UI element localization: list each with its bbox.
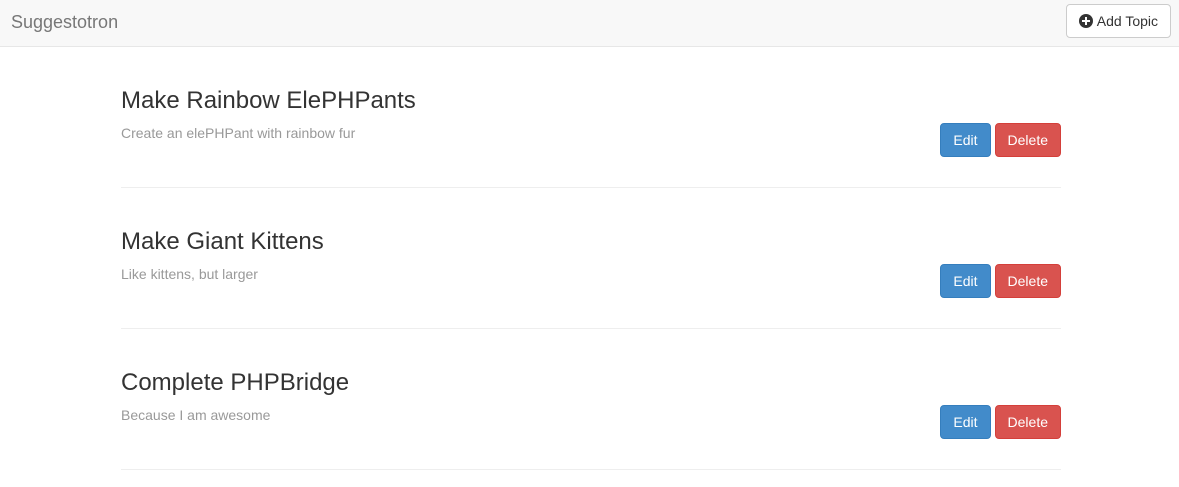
topic-title: Complete PHPBridge [121,369,350,396]
topic-description: Because I am awesome [121,407,271,423]
delete-button[interactable]: Delete [994,405,1061,439]
navbar: Suggestotron Add Topic [0,0,1179,47]
topic-actions: Edit Delete [940,123,1061,157]
topic-list: Make Rainbow ElePHPants Create an elePHP… [0,47,1179,470]
add-topic-button[interactable]: Add Topic [1065,4,1171,38]
brand-link[interactable]: Suggestotron [11,12,118,32]
topic-actions: Edit Delete [940,405,1061,439]
topic-description: Like kittens, but larger [121,266,258,282]
edit-button[interactable]: Edit [940,123,991,157]
topic-item: Make Giant Kittens Like kittens, but lar… [121,188,1061,329]
topic-item: Complete PHPBridge Because I am awesome … [121,329,1061,470]
topic-description: Create an elePHPant with rainbow fur [121,125,356,141]
delete-button[interactable]: Delete [994,264,1061,298]
edit-button[interactable]: Edit [940,405,991,439]
delete-button[interactable]: Delete [994,123,1061,157]
topic-actions: Edit Delete [940,264,1061,298]
edit-button[interactable]: Edit [940,264,991,298]
add-topic-label: Add Topic [1096,13,1158,29]
plus-circle-icon [1078,14,1093,28]
topic-title: Make Rainbow ElePHPants [121,87,416,114]
topic-title: Make Giant Kittens [121,228,324,255]
topic-item: Make Rainbow ElePHPants Create an elePHP… [121,47,1061,188]
